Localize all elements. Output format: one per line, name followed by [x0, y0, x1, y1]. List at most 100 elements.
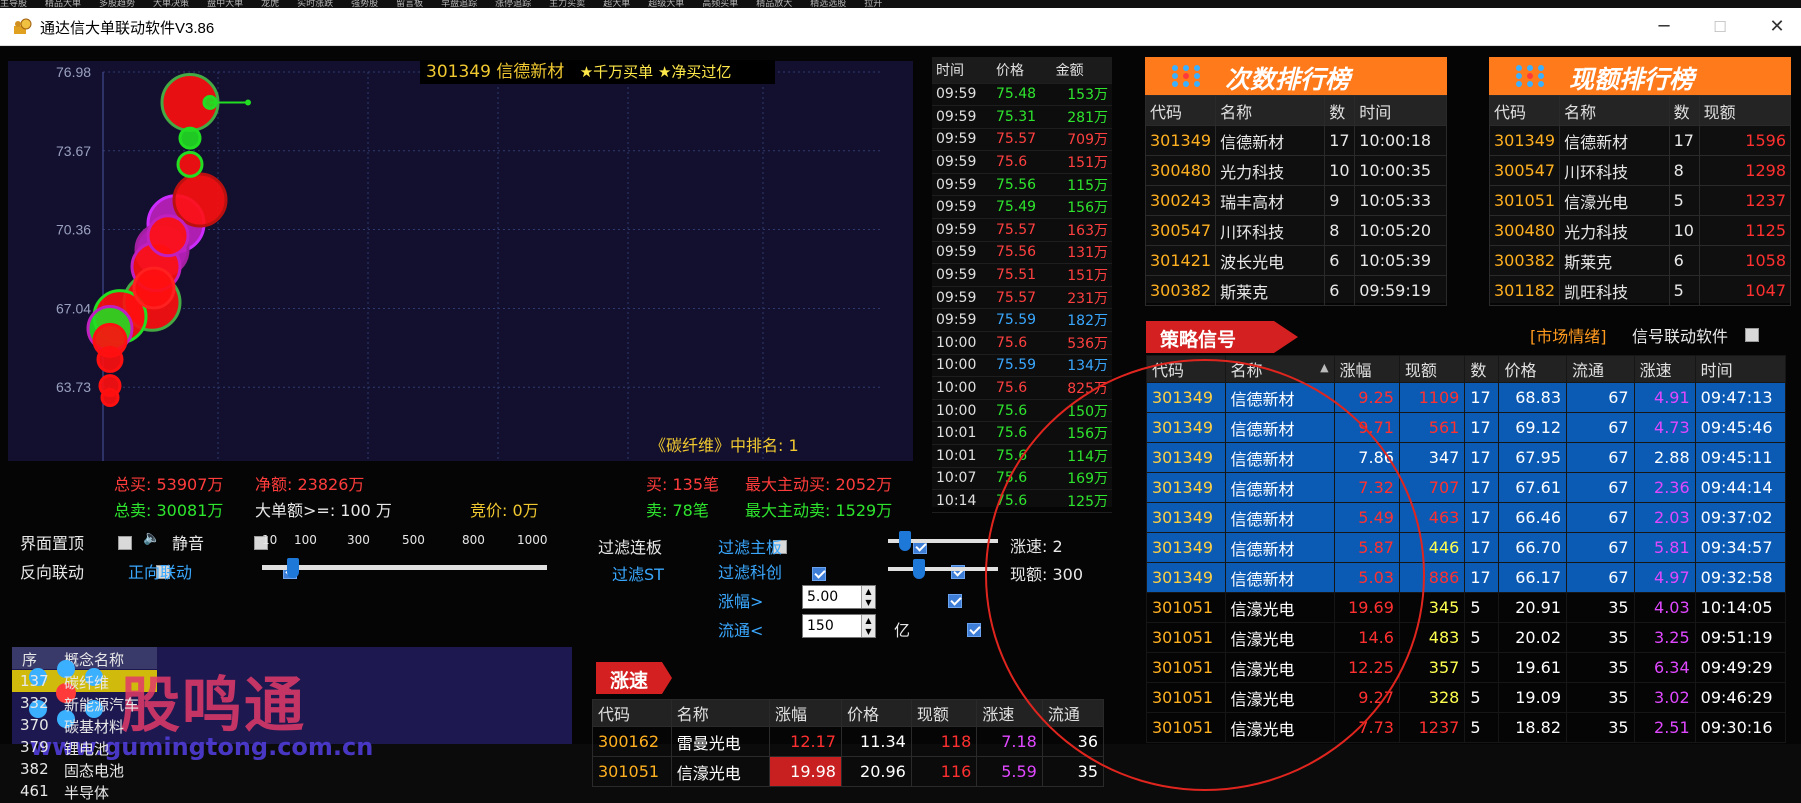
- float-filter-checkbox[interactable]: [966, 622, 981, 637]
- signal-cell: 4.03: [1633, 592, 1696, 623]
- rank-row[interactable]: 300243 瑞丰高材 9 10:05:33: [1144, 185, 1447, 216]
- float-filter-input[interactable]: 150 ▲ ▼: [802, 614, 876, 638]
- rank-col-header[interactable]: 数: [1668, 95, 1700, 126]
- tab-strategy-signal[interactable]: 策略信号: [1146, 317, 1306, 357]
- minimize-button[interactable]: ─: [1641, 12, 1687, 42]
- rank-row[interactable]: 300480 光力科技 10 1125: [1488, 215, 1792, 246]
- spin-arrows-icon[interactable]: ▲ ▼: [861, 586, 875, 608]
- threshold-slider-thumb[interactable]: [287, 558, 299, 578]
- count-rank-header: 次数排行榜: [1145, 57, 1447, 95]
- rank-col-header[interactable]: 名称: [1215, 95, 1326, 126]
- trade-time: 10:00: [932, 331, 992, 355]
- rank-row[interactable]: 301051 信濠光电 5 1237: [1488, 185, 1792, 216]
- taskbar-item[interactable]: 超级大单: [648, 0, 684, 8]
- rank-col-header[interactable]: 代码: [1488, 95, 1561, 126]
- rank-row[interactable]: 300480 光力科技 10 10:00:35: [1144, 155, 1447, 186]
- taskbar-item[interactable]: 留言板: [396, 0, 423, 8]
- concept-row[interactable]: 332 新能源汽车: [12, 692, 312, 714]
- taskbar-item[interactable]: 精品大单: [45, 0, 81, 8]
- signal-col-header[interactable]: 价格: [1498, 355, 1568, 383]
- taskbar-item[interactable]: 高频买单: [702, 0, 738, 8]
- rank-row[interactable]: 300382 斯莱克 6 09:59:19: [1144, 275, 1447, 306]
- close-button[interactable]: ✕: [1754, 12, 1800, 42]
- rank-row[interactable]: 301421 波长光电 6 10:05:39: [1144, 245, 1447, 276]
- buy-count: 买: 135笔: [646, 475, 720, 494]
- highlight-circle: [985, 359, 1425, 791]
- taskbar-item[interactable]: 多股趋势: [99, 0, 135, 8]
- taskbar-item[interactable]: 龙虎: [261, 0, 279, 8]
- taskbar-item[interactable]: 早盘追踪: [441, 0, 477, 8]
- spin-arrows-icon[interactable]: ▲ ▼: [861, 615, 875, 637]
- signal-col-header[interactable]: 现额: [1398, 355, 1466, 383]
- taskbar-item[interactable]: 主力买卖: [549, 0, 585, 8]
- rise-filter-label: 涨幅>: [718, 592, 764, 611]
- concept-row[interactable]: 382 固态电池: [12, 758, 312, 780]
- order-bubble: [132, 266, 176, 310]
- rank-row[interactable]: 300382 斯莱克 6 1058: [1488, 245, 1792, 276]
- taskbar-item[interactable]: 主导股: [0, 0, 27, 8]
- signal-col-header[interactable]: 涨幅: [1333, 355, 1400, 383]
- concept-row[interactable]: 370 碳基材料: [12, 714, 312, 736]
- tab-rise-speed[interactable]: 涨速: [596, 660, 676, 696]
- rise-filter-input[interactable]: 5.00 ▲ ▼: [802, 585, 876, 609]
- speed-slider-thumb[interactable]: [899, 531, 911, 551]
- zs-col-header[interactable]: 名称: [670, 699, 770, 727]
- taskbar-item[interactable]: 精选选股: [810, 0, 846, 8]
- signal-cell: 09:46:29: [1694, 682, 1787, 713]
- taskbar-item[interactable]: 精品放大: [756, 0, 792, 8]
- signal-cell: 357: [1398, 652, 1466, 683]
- signal-col-header[interactable]: 涨速: [1633, 355, 1696, 383]
- zs-col-header[interactable]: 代码: [592, 699, 672, 727]
- taskbar-item[interactable]: 强势股: [351, 0, 378, 8]
- rank-col-header[interactable]: 数: [1324, 95, 1356, 126]
- signal-cell: 2.03: [1633, 502, 1696, 533]
- topmost-checkbox[interactable]: [118, 535, 133, 550]
- taskbar-item[interactable]: 大单决策: [153, 0, 189, 8]
- rise-filter-checkbox[interactable]: [947, 593, 962, 608]
- signal-link-checkbox[interactable]: [1745, 327, 1759, 342]
- market-sentiment-link[interactable]: [市场情绪]: [1530, 323, 1607, 347]
- signal-col-header[interactable]: 流通: [1566, 355, 1635, 383]
- zs-row[interactable]: 300162 雷曼光电 12.17 11.34 118 7.18 36: [592, 726, 1105, 757]
- maximize-button[interactable]: ☐: [1697, 12, 1743, 42]
- rank-row[interactable]: 300547 川环科技 8 10:05:20: [1144, 215, 1447, 246]
- sort-arrow-icon[interactable]: ▲: [1320, 361, 1328, 374]
- amount-slider-track[interactable]: [888, 567, 998, 571]
- rank-cell: 1047: [1698, 275, 1792, 306]
- concept-row[interactable]: 461 半导体: [12, 780, 312, 802]
- latest-marker-dot: [245, 99, 251, 106]
- rank-row[interactable]: 301349 信德新材 17 10:00:18: [1144, 125, 1447, 156]
- rank-row[interactable]: 301349 信德新材 17 1596: [1488, 125, 1792, 156]
- taskbar-item[interactable]: 实时涨跌: [297, 0, 333, 8]
- rank-row[interactable]: 300547 川环科技 8 1298: [1488, 155, 1792, 186]
- concept-row[interactable]: 379 锂电池: [12, 736, 312, 758]
- rank-row[interactable]: 301182 凯旺科技 5 1047: [1488, 275, 1792, 306]
- taskbar-item[interactable]: 盘中大单: [207, 0, 243, 8]
- rank-col-header[interactable]: 代码: [1144, 95, 1217, 126]
- taskbar-item[interactable]: 超大单: [603, 0, 630, 8]
- rank-col-header[interactable]: 现额: [1698, 95, 1792, 126]
- rank-col-header[interactable]: 名称: [1559, 95, 1670, 126]
- zs-col-header[interactable]: 价格: [840, 699, 912, 727]
- signal-cell: 3.02: [1633, 682, 1696, 713]
- concept-row[interactable]: 137 碳纤维: [12, 670, 312, 692]
- taskbar-item[interactable]: 拉升: [864, 0, 882, 8]
- rank-cell: 300480: [1144, 155, 1217, 186]
- filter-st-checkbox[interactable]: [811, 566, 826, 581]
- signal-cell: 19.61: [1498, 652, 1568, 683]
- reverse-link-label: 反向联动: [20, 563, 85, 582]
- taskbar-item[interactable]: 涨停追踪: [495, 0, 531, 8]
- signal-cell: 1237: [1398, 712, 1466, 743]
- zs-row[interactable]: 301051 信濠光电 19.98 20.96 116 5.59 35: [592, 756, 1105, 787]
- zs-col-header[interactable]: 现额: [910, 699, 978, 727]
- rank-col-header[interactable]: 时间: [1354, 95, 1447, 126]
- zs-col-header[interactable]: 涨幅: [768, 699, 842, 727]
- rank-cell: 1058: [1698, 245, 1792, 276]
- concept-no: 382: [20, 760, 49, 778]
- rank-cell: 川环科技: [1215, 215, 1326, 246]
- signal-col-header[interactable]: 数: [1464, 355, 1500, 383]
- threshold-slider-track[interactable]: [262, 565, 547, 570]
- amount-slider-thumb[interactable]: [913, 559, 925, 579]
- rank-cell: 凯旺科技: [1559, 275, 1670, 306]
- signal-col-header[interactable]: 时间: [1694, 355, 1787, 383]
